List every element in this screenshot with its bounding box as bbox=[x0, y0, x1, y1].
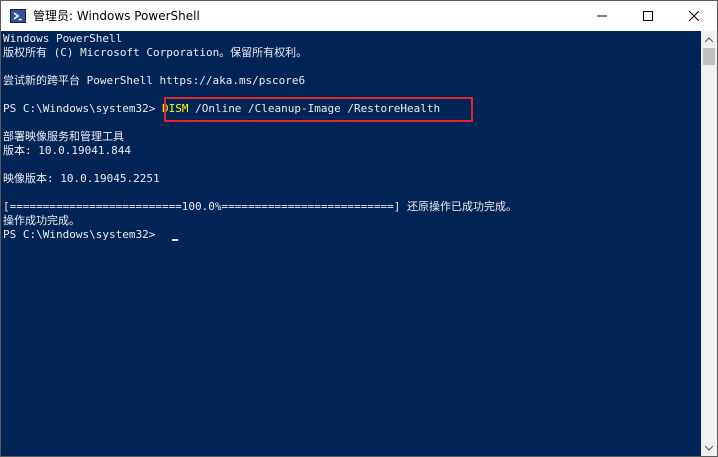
scroll-up-button[interactable] bbox=[701, 31, 717, 47]
console-line: 尝试新的跨平台 PowerShell https://aka.ms/pscore… bbox=[3, 74, 306, 87]
scrollbar-thumb[interactable] bbox=[703, 48, 715, 65]
console-output[interactable]: Windows PowerShell 版权所有 (C) Microsoft Co… bbox=[1, 31, 701, 456]
window-title: 管理员: Windows PowerShell bbox=[33, 9, 200, 23]
title-bar[interactable]: 管理员: Windows PowerShell bbox=[1, 1, 717, 31]
prompt-text: PS C:\Windows\system32> bbox=[3, 102, 162, 115]
command-highlight-box bbox=[164, 97, 473, 122]
text-cursor bbox=[172, 239, 178, 241]
console-line: 映像版本: 10.0.19045.2251 bbox=[3, 172, 160, 185]
scroll-down-button[interactable] bbox=[701, 440, 717, 456]
console-line: 操作成功完成。 bbox=[3, 214, 80, 227]
console-line: Windows PowerShell bbox=[3, 32, 123, 45]
console-line: 版权所有 (C) Microsoft Corporation。保留所有权利。 bbox=[3, 46, 308, 59]
vertical-scrollbar[interactable] bbox=[701, 31, 717, 456]
console-line: 版本: 10.0.19041.844 bbox=[3, 144, 131, 157]
final-prompt: PS C:\Windows\system32> bbox=[3, 228, 162, 241]
close-button[interactable] bbox=[671, 1, 717, 31]
minimize-icon bbox=[597, 15, 607, 17]
maximize-button[interactable] bbox=[625, 1, 671, 31]
close-icon bbox=[689, 11, 699, 21]
chevron-down-icon bbox=[705, 445, 713, 451]
minimize-button[interactable] bbox=[579, 1, 625, 31]
maximize-icon bbox=[643, 11, 653, 21]
progress-line: [==========================100.0%=======… bbox=[3, 200, 517, 213]
console-line: 部署映像服务和管理工具 bbox=[3, 130, 124, 143]
chevron-up-icon bbox=[705, 36, 713, 42]
powershell-icon bbox=[10, 9, 26, 23]
powershell-window: 管理员: Windows PowerShell Windows PowerShe… bbox=[0, 0, 718, 457]
